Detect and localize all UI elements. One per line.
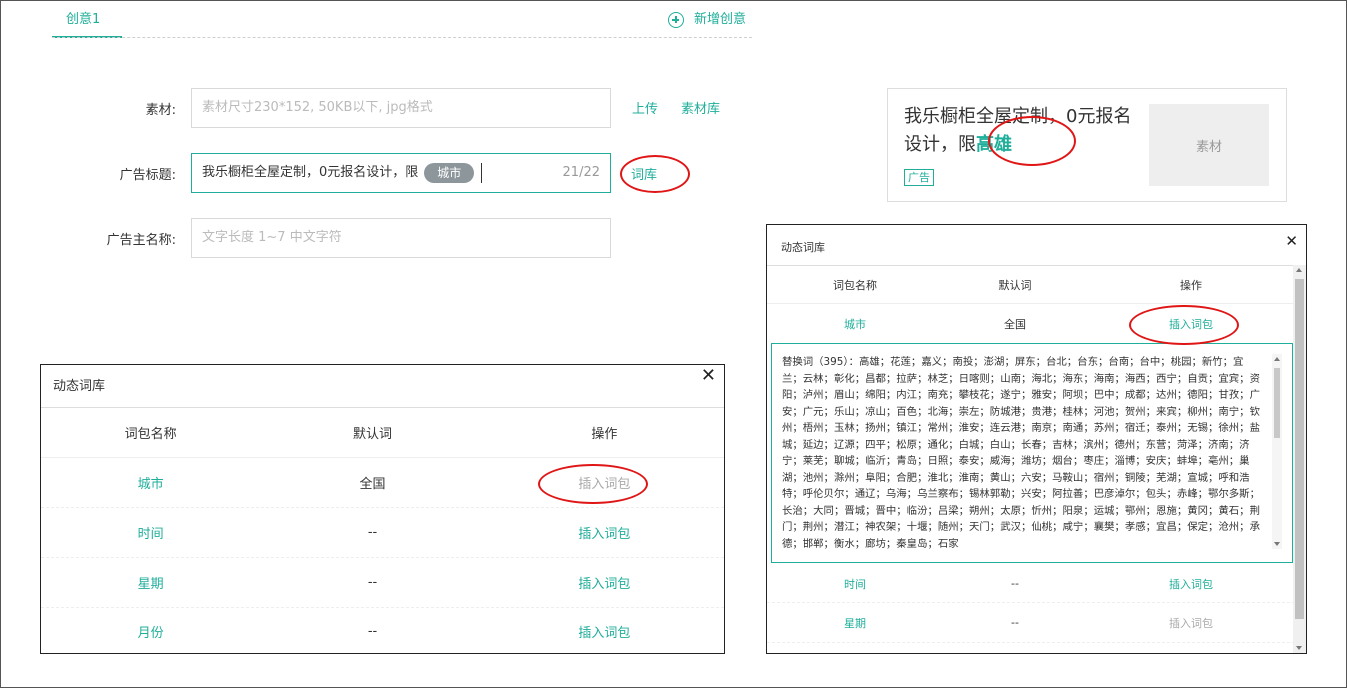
insert-package-button[interactable]: 插入词包 (485, 622, 724, 641)
row-default: 全国 (1004, 318, 1026, 331)
row-default: -- (367, 575, 378, 590)
upload-link[interactable]: 上传 (632, 98, 658, 117)
preview-thumbnail: 素材 (1149, 104, 1269, 186)
synonym-scrollbar[interactable] (1272, 354, 1282, 549)
row-default: -- (367, 525, 378, 540)
table-row: 星期 -- 插入词包 (41, 558, 724, 608)
scroll-thumb[interactable] (1274, 368, 1280, 438)
row-name[interactable]: 月份 (41, 622, 260, 641)
material-label: 素材: (145, 103, 176, 118)
insert-package-button[interactable]: 插入词包 (1087, 576, 1295, 592)
close-icon[interactable]: ✕ (1285, 232, 1298, 250)
ad-preview-card: 我乐橱柜全屋定制，0元报名设计，限高雄 广告 素材 (887, 88, 1287, 202)
ad-title-text: 我乐橱柜全屋定制，0元报名设计，限 (202, 165, 419, 180)
row-name[interactable]: 时间 (41, 523, 260, 542)
header-name: 词包名称 (833, 278, 877, 292)
table-header: 词包名称 默认词 操作 (41, 408, 724, 458)
highlight-ellipse (1129, 305, 1239, 345)
row-name[interactable]: 城市 (767, 316, 943, 332)
dialog-title: 动态词库 (781, 241, 825, 254)
dialog-scrollbar[interactable] (1293, 265, 1306, 653)
header-action: 操作 (591, 427, 618, 442)
row-name[interactable]: 星期 (767, 615, 943, 631)
tab-creative-1[interactable]: 创意1 (52, 10, 122, 38)
row-name[interactable]: 城市 (41, 473, 260, 492)
row-default: -- (367, 623, 378, 639)
dynamic-word-library-dialog-expanded: 动态词库 ✕ 词包名称 默认词 操作 城市 全国 插入词包 替换词（395）：高… (766, 224, 1307, 654)
advertiser-input[interactable]: 文字长度 1~7 中文字符 (191, 218, 611, 258)
table-header: 词包名称 默认词 操作 (767, 266, 1295, 304)
plus-circle-icon (668, 12, 684, 28)
char-counter: 21/22 (562, 165, 600, 180)
highlight-ellipse (988, 116, 1076, 166)
row-default: -- (1011, 616, 1019, 629)
material-input[interactable]: 素材尺寸230*152, 50KB以下, jpg格式 (191, 88, 611, 128)
text-caret (481, 163, 483, 183)
table-row: 星期 -- 插入词包 (767, 603, 1295, 643)
table-row: 月份 -- 插入词包 (41, 608, 724, 654)
synonym-panel: 替换词（395）：高雄；花莲；嘉义；南投；澎湖；屏东；台北；台东；台南；台中；桃… (771, 343, 1293, 563)
table-row: 时间 -- 插入词包 (41, 508, 724, 558)
synonym-list: 替换词（395）：高雄；花莲；嘉义；南投；澎湖；屏东；台北；台东；台南；台中；桃… (782, 356, 1260, 549)
header-action: 操作 (1180, 278, 1202, 292)
insert-package-button[interactable]: 插入词包 (485, 573, 724, 592)
city-chip[interactable]: 城市 (424, 163, 475, 183)
scroll-down-icon[interactable] (1296, 646, 1302, 650)
ad-title-label: 广告标题: (119, 168, 176, 183)
highlight-ellipse (620, 155, 690, 193)
dynamic-word-library-dialog: 动态词库 ✕ 词包名称 默认词 操作 城市 全国 插入词包 时间 -- 插入词包… (40, 364, 725, 654)
scroll-up-icon[interactable] (1296, 268, 1302, 272)
header-name: 词包名称 (124, 427, 177, 442)
scroll-thumb[interactable] (1295, 279, 1304, 619)
advertiser-label: 广告主名称: (106, 233, 176, 248)
header-default: 默认词 (998, 278, 1032, 292)
scroll-up-icon[interactable] (1274, 357, 1280, 361)
material-library-link[interactable]: 素材库 (681, 98, 720, 117)
ad-tag: 广告 (904, 169, 934, 186)
table-row: 时间 -- 插入词包 (767, 565, 1295, 603)
row-default: 全国 (359, 477, 386, 492)
dialog-title: 动态词库 (53, 379, 106, 394)
header-default: 默认词 (353, 427, 393, 442)
add-creative-button[interactable]: 新增创意 (668, 10, 746, 30)
row-default: -- (1011, 577, 1019, 590)
scroll-down-icon[interactable] (1274, 542, 1280, 546)
insert-package-button[interactable]: 插入词包 (485, 523, 724, 542)
ad-title-input[interactable]: 我乐橱柜全屋定制，0元报名设计，限 城市 21/22 (191, 153, 611, 193)
close-icon[interactable]: ✕ (701, 367, 716, 385)
highlight-ellipse (538, 464, 648, 504)
add-creative-label: 新增创意 (694, 12, 747, 27)
row-name[interactable]: 时间 (767, 576, 943, 592)
tab-divider (52, 37, 752, 38)
row-name[interactable]: 星期 (41, 573, 260, 592)
insert-package-button[interactable]: 插入词包 (1087, 615, 1295, 631)
